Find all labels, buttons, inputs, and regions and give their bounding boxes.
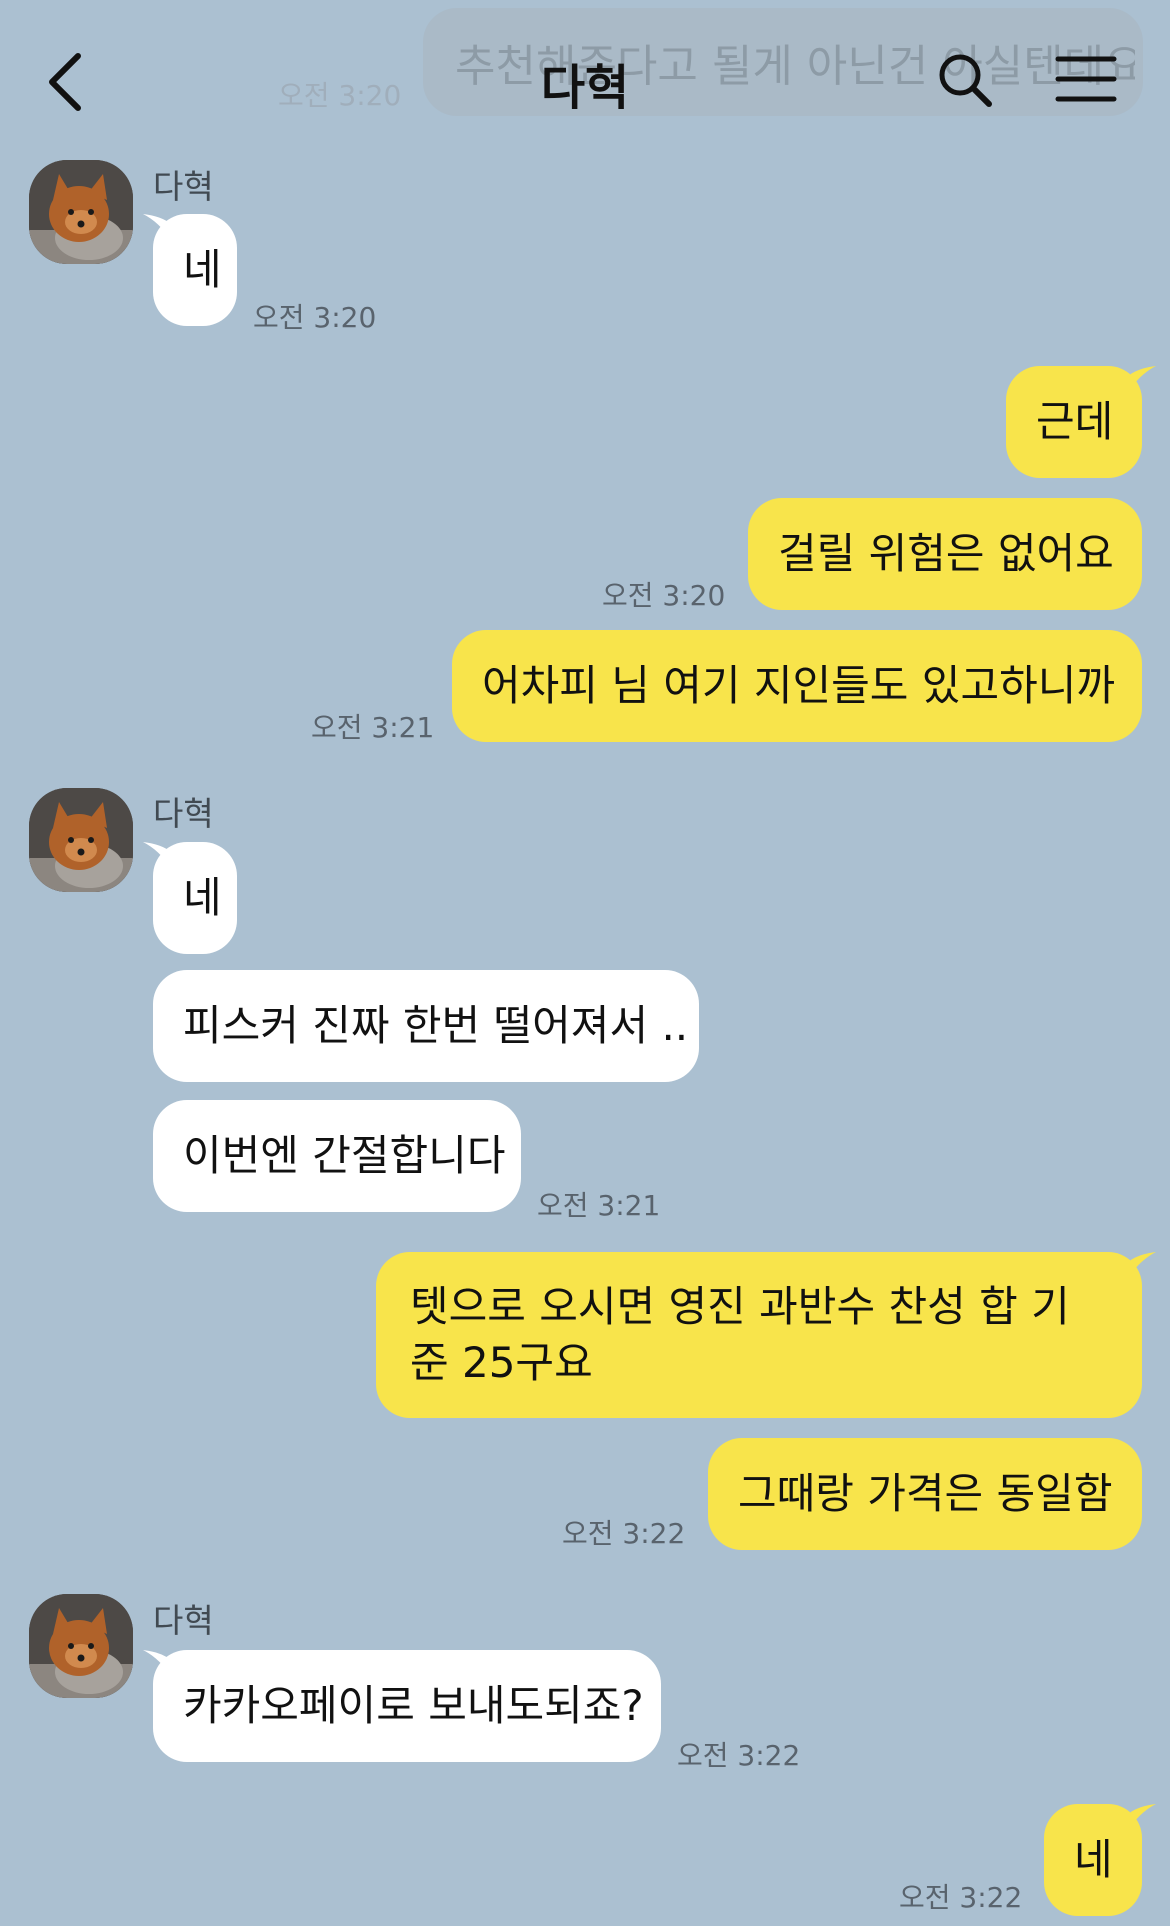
message-text: 텟으로 오시면 영진 과반수 찬성 합 기준 25구요 bbox=[410, 1282, 1070, 1387]
avatar[interactable] bbox=[29, 160, 133, 264]
hamburger-menu-icon[interactable] bbox=[1055, 54, 1117, 104]
message-bubble-outgoing[interactable]: 걸릴 위험은 없어요 bbox=[748, 498, 1142, 610]
message-text: 네 bbox=[183, 873, 222, 922]
message-bubble-outgoing[interactable]: 텟으로 오시면 영진 과반수 찬성 합 기준 25구요 bbox=[376, 1252, 1142, 1418]
avatar[interactable] bbox=[29, 1594, 133, 1698]
message-text: 걸릴 위험은 없어요 bbox=[778, 529, 1114, 578]
message-time: 오전 3:20 bbox=[602, 579, 726, 612]
message-text: 이번엔 간절합니다 bbox=[183, 1131, 506, 1180]
message-time: 오전 3:22 bbox=[677, 1739, 801, 1772]
bubble-tail bbox=[1128, 366, 1156, 392]
message-text: 어차피 님 여기 지인들도 있고하니까 bbox=[482, 661, 1116, 710]
message-bubble-incoming[interactable]: 이번엔 간절합니다 bbox=[153, 1100, 521, 1212]
message-text: 그때랑 가격은 동일함 bbox=[738, 1469, 1113, 1518]
message-bubble-incoming[interactable]: 피스커 진짜 한번 떨어져서 .. bbox=[153, 970, 699, 1082]
message-time: 오전 3:22 bbox=[562, 1517, 686, 1550]
bubble-tail bbox=[1128, 1804, 1156, 1830]
message-text: 카카오페이로 보내도되죠? bbox=[183, 1681, 644, 1730]
message-bubble-outgoing[interactable]: 어차피 님 여기 지인들도 있고하니까 bbox=[452, 630, 1142, 742]
bubble-tail bbox=[1128, 1252, 1156, 1278]
chat-header: 추천해준다고 될게 아닌건 아실텐데요 오전 3:20 다혁 bbox=[0, 0, 1170, 150]
avatar[interactable] bbox=[29, 788, 133, 892]
message-time: 오전 3:21 bbox=[311, 711, 435, 744]
message-bubble-outgoing[interactable]: 근데 bbox=[1006, 366, 1142, 478]
bubble-tail bbox=[143, 214, 171, 240]
sender-name: 다혁 bbox=[153, 1601, 214, 1640]
sender-name: 다혁 bbox=[153, 167, 214, 206]
message-time: 오전 3:22 bbox=[899, 1881, 1023, 1914]
message-time: 오전 3:20 bbox=[253, 301, 377, 334]
message-bubble-outgoing[interactable]: 그때랑 가격은 동일함 bbox=[708, 1438, 1142, 1550]
message-time: 오전 3:21 bbox=[537, 1189, 661, 1222]
search-icon[interactable] bbox=[935, 50, 995, 110]
message-bubble-incoming[interactable]: 카카오페이로 보내도되죠? bbox=[153, 1650, 661, 1762]
bubble-tail bbox=[143, 842, 171, 868]
sender-name: 다혁 bbox=[153, 794, 214, 833]
message-text: 네 bbox=[183, 245, 222, 294]
message-text: 네 bbox=[1074, 1835, 1113, 1884]
message-text: 근데 bbox=[1036, 397, 1114, 446]
bubble-tail bbox=[143, 1650, 171, 1676]
message-text: 피스커 진짜 한번 떨어져서 .. bbox=[183, 1001, 689, 1050]
